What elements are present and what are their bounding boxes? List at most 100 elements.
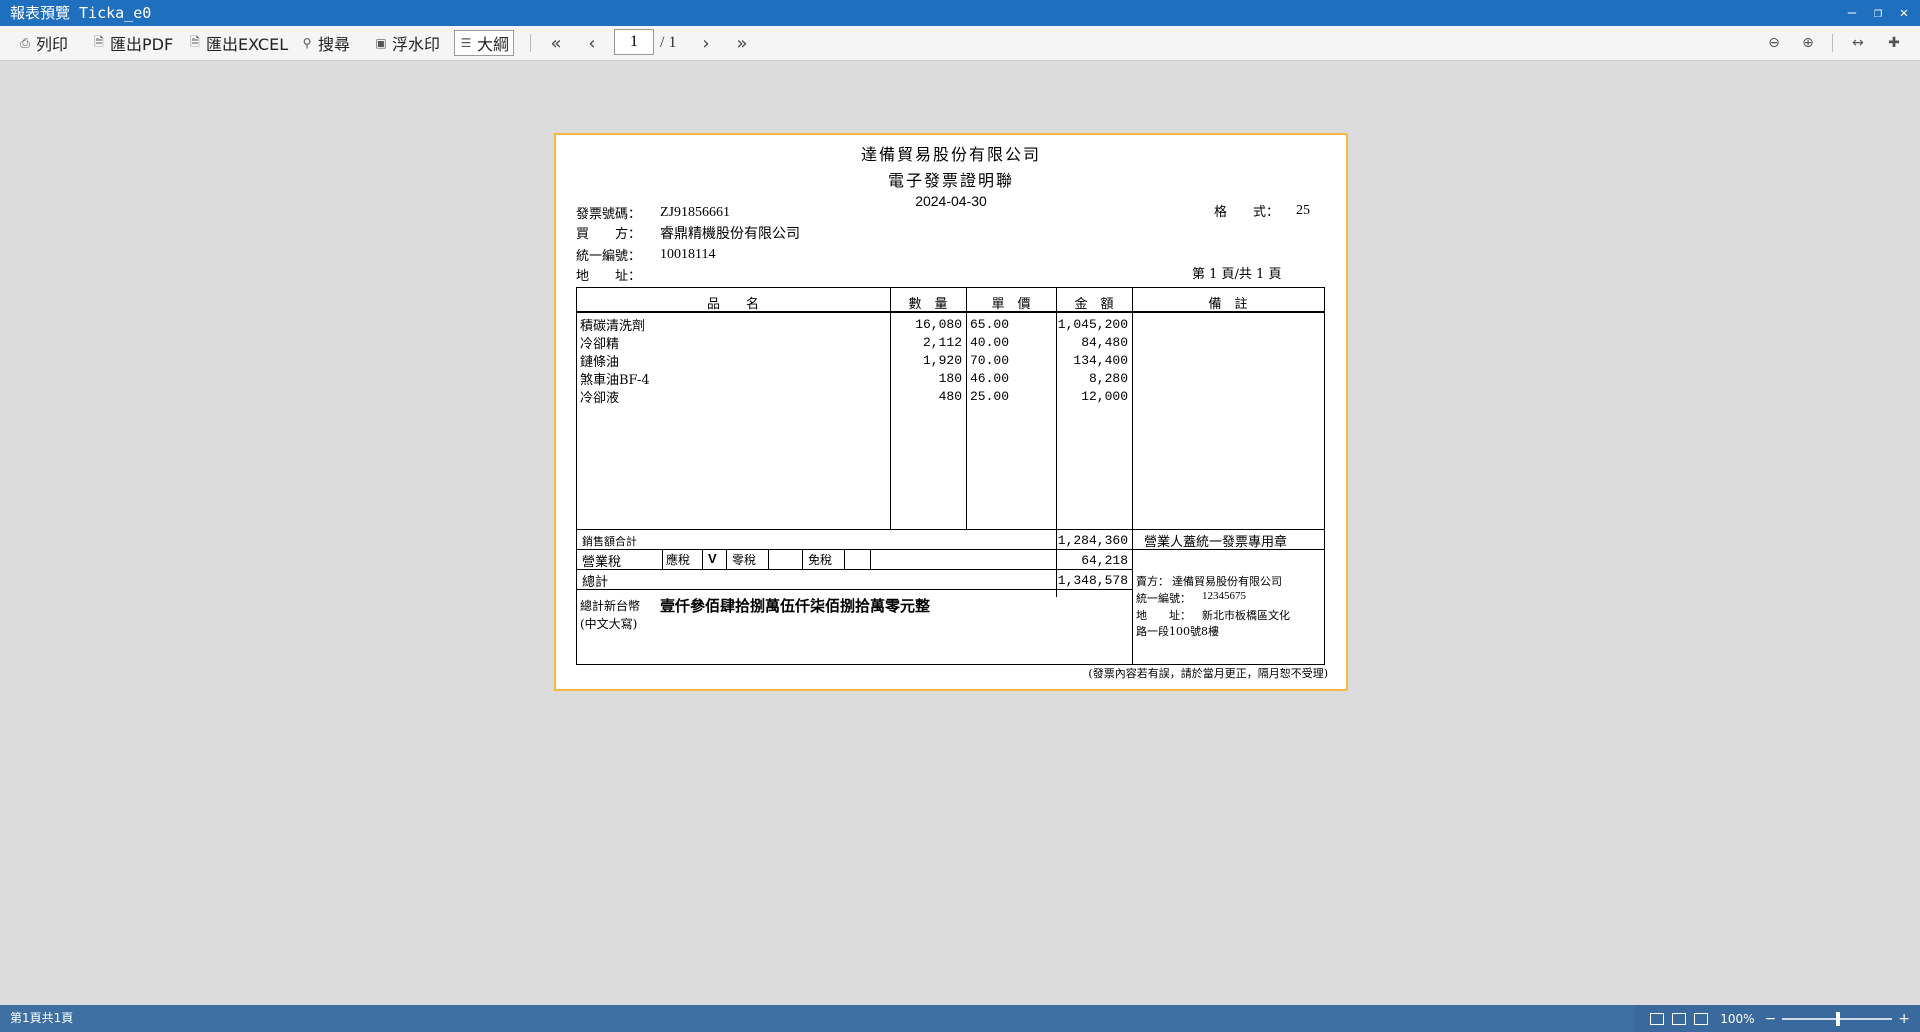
search-icon: ⚲ xyxy=(302,36,312,50)
page-number-input[interactable]: 1 xyxy=(614,29,654,55)
chevron-right-icon: › xyxy=(702,32,710,54)
zoom-out-button[interactable]: ⊖ xyxy=(1762,30,1786,56)
buyer-tax-id: 10018114 xyxy=(660,247,716,262)
row-amount: 1,045,200 xyxy=(1057,317,1128,332)
row-item: 煞車油BF-4 xyxy=(580,373,650,388)
fit-width-button[interactable]: ↔ xyxy=(1846,30,1870,56)
chevron-left-icon: ‹ xyxy=(588,32,596,54)
pdf-file-icon: 🗎 xyxy=(94,34,104,49)
buyer-label: 買 方： xyxy=(576,227,642,242)
table-line xyxy=(576,569,1133,570)
first-page-button[interactable]: « xyxy=(544,30,568,56)
tax-id-label: 統一編號： xyxy=(576,249,642,264)
single-page-view-icon[interactable] xyxy=(1672,1012,1687,1025)
excel-file-icon: 🗎 xyxy=(190,34,200,49)
page-total: / 1 xyxy=(660,34,677,51)
seller-name: 達備貿易股份有限公司 xyxy=(1172,575,1282,588)
row-qty: 2,112 xyxy=(922,335,962,350)
row-item: 鏈條油 xyxy=(580,355,620,370)
status-controls: 100% − + xyxy=(1634,1005,1920,1032)
header-note: 備 註 xyxy=(1208,297,1248,312)
multi-page-view-icon[interactable] xyxy=(1694,1012,1709,1025)
row-amount: 84,480 xyxy=(1081,335,1128,350)
invoice-page: 達備貿易股份有限公司 電子發票證明聯 2024-04-30 發票號碼： ZJ91… xyxy=(554,133,1348,691)
document-title: 電子發票證明聯 xyxy=(887,171,1014,190)
double-chevron-right-icon: » xyxy=(736,32,748,54)
close-icon[interactable]: ✕ xyxy=(1894,3,1914,23)
buyer-name: 睿鼎精機股份有限公司 xyxy=(660,226,800,242)
row-price: 25.00 xyxy=(970,389,1010,404)
table-line xyxy=(844,549,845,569)
search-button[interactable]: ⚲ 搜尋 xyxy=(296,30,354,56)
row-item: 冷卻液 xyxy=(580,391,620,406)
print-button[interactable]: ⎙ 列印 xyxy=(14,30,72,56)
row-qty: 1,920 xyxy=(922,353,962,368)
row-qty: 480 xyxy=(938,389,962,404)
invoice-no: ZJ91856661 xyxy=(660,205,730,220)
list-icon: ☰ xyxy=(460,36,472,50)
next-page-button[interactable]: › xyxy=(694,30,718,56)
printer-icon: ⎙ xyxy=(20,35,30,50)
fit-page-button[interactable]: ✚ xyxy=(1882,30,1906,56)
row-amount: 12,000 xyxy=(1081,389,1128,404)
toolbar-divider xyxy=(530,34,531,52)
taxable-mark: V xyxy=(708,551,717,566)
table-line xyxy=(802,549,803,569)
print-label: 列印 xyxy=(36,35,69,54)
zoom-in-icon: ⊕ xyxy=(1802,35,1814,51)
table-line xyxy=(576,549,1133,550)
table-line xyxy=(966,287,967,529)
header-qty: 數 量 xyxy=(908,297,948,312)
table-line xyxy=(1132,287,1133,665)
report-viewer[interactable]: 達備貿易股份有限公司 電子發票證明聯 2024-04-30 發票號碼： ZJ91… xyxy=(0,61,1920,1005)
exempt-label: 免稅 xyxy=(808,553,833,567)
sales-total-label: 銷售額合計 xyxy=(582,535,637,548)
zoom-slider-handle[interactable] xyxy=(1836,1011,1841,1026)
seller-tax-id: 12345675 xyxy=(1202,590,1246,602)
image-icon: ▣ xyxy=(375,36,387,50)
zero-rate-label: 零稅 xyxy=(732,553,757,567)
address-label: 地 址： xyxy=(576,269,642,284)
header-amount: 金 額 xyxy=(1074,297,1114,312)
header-item: 品 名 xyxy=(706,297,759,312)
zoom-minus-icon[interactable]: − xyxy=(1765,1011,1777,1027)
watermark-button[interactable]: ▣ 浮水印 xyxy=(370,30,444,56)
row-price: 40.00 xyxy=(970,335,1010,350)
status-bar: 第1頁共1頁 100% − + xyxy=(0,1005,1920,1032)
row-amount: 8,280 xyxy=(1088,371,1128,386)
chinese-total: 壹仟參佰肆拾捌萬伍仟柒佰捌拾萬零元整 xyxy=(660,597,931,615)
grand-total: 1,348,578 xyxy=(1057,573,1128,588)
prev-page-button[interactable]: ‹ xyxy=(580,30,604,56)
export-excel-button[interactable]: 🗎 匯出EXCEL xyxy=(184,30,292,56)
invoice-no-label: 發票號碼： xyxy=(576,207,642,222)
zoom-level: 100% xyxy=(1720,1011,1755,1026)
outline-label: 大綱 xyxy=(477,35,510,54)
tax-label: 營業稅 xyxy=(582,555,622,570)
zoom-plus-icon[interactable]: + xyxy=(1898,1011,1910,1027)
restore-icon[interactable]: ❐ xyxy=(1868,3,1888,23)
taxable-label: 應稅 xyxy=(666,553,691,567)
header-price: 單 價 xyxy=(991,297,1031,312)
fit-page-view-icon[interactable] xyxy=(1650,1012,1665,1025)
table-line xyxy=(1056,287,1057,597)
export-pdf-label: 匯出PDF xyxy=(110,35,174,54)
table-line xyxy=(662,549,663,569)
seller-addr-line1: 新北市板橋區文化 xyxy=(1202,609,1290,622)
sales-total: 1,284,360 xyxy=(1057,533,1128,548)
tax-amount: 64,218 xyxy=(1081,553,1128,568)
outline-button[interactable]: ☰ 大綱 xyxy=(454,30,515,56)
zoom-slider[interactable] xyxy=(1782,1011,1893,1026)
window-title: 報表預覽 Ticka_e0 xyxy=(10,4,152,22)
export-pdf-button[interactable]: 🗎 匯出PDF xyxy=(88,30,177,56)
zoom-out-icon: ⊖ xyxy=(1768,35,1780,51)
fit-width-icon: ↔ xyxy=(1852,35,1864,51)
toolbar-divider xyxy=(1832,34,1833,52)
fit-page-icon: ✚ xyxy=(1888,35,1900,51)
stamp-title: 營業人蓋統一發票專用章 xyxy=(1144,535,1288,550)
row-item: 積碳清洗劑 xyxy=(580,319,646,334)
zoom-in-button[interactable]: ⊕ xyxy=(1796,30,1820,56)
seller-label: 賣方： xyxy=(1136,575,1169,588)
watermark-label: 浮水印 xyxy=(392,35,441,54)
minimize-icon[interactable]: — xyxy=(1842,3,1862,23)
last-page-button[interactable]: » xyxy=(730,30,754,56)
